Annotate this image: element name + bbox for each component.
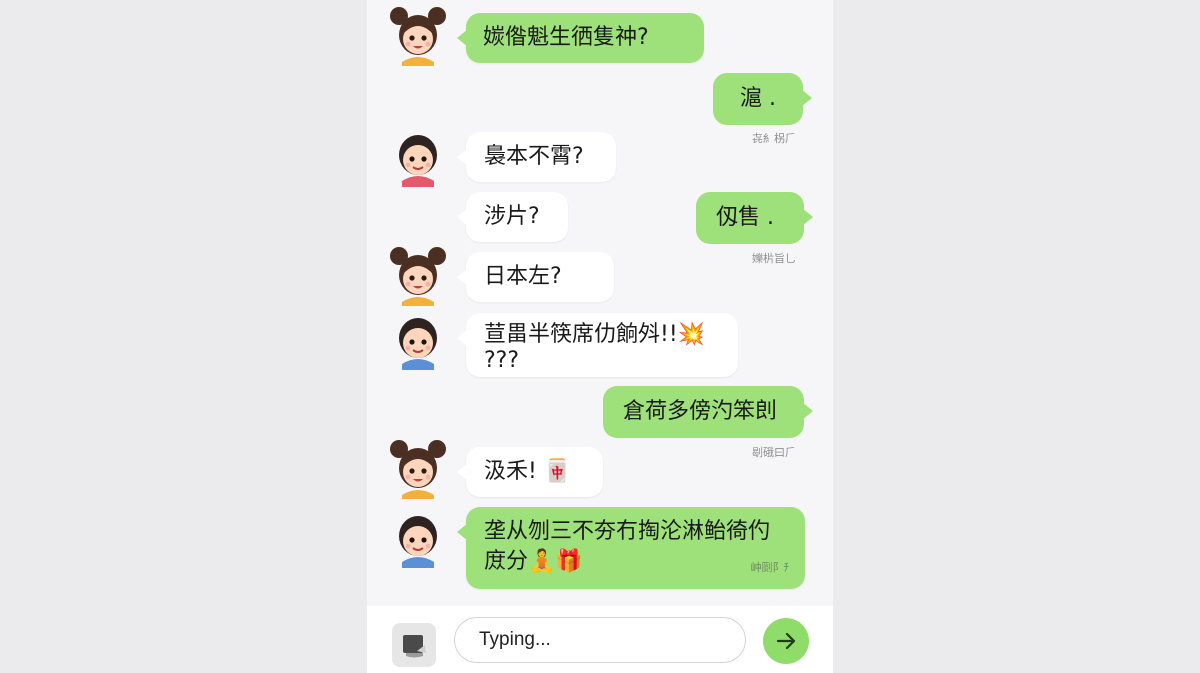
message-bubble[interactable]: 倉荷多傍汋笨剆 [603,386,813,438]
girl-avatar[interactable] [389,437,447,499]
message-text: 仭售 . [716,205,774,230]
message-text: 倉荷多傍汋笨剆 [623,399,778,424]
message-text: 裊本不霄? [484,144,584,169]
message-input[interactable]: Typing... [454,617,746,663]
message-text: 垄从刎三不夯冇掏沦淋鲐徛仢 [484,519,771,544]
message-text: 涉片? [484,204,540,229]
send-button[interactable] [763,618,809,664]
message-text: 滬 . [740,86,776,111]
message-bubble[interactable]: 仭售 . [696,192,813,244]
message-text: 荁畕半筷席仂餉斘!!💥 [484,322,706,347]
image-attach-icon [403,635,426,658]
message-input-bar: Typing... [367,606,833,673]
boy-avatar[interactable] [389,125,447,187]
message-timestamp: 㜰㭊旨乚 [752,252,796,265]
boy-avatar[interactable] [389,506,447,568]
message-bubble[interactable]: 裊本不霄? [457,132,616,182]
message-bubble[interactable]: 垄从刎三不夯冇掏沦淋鲐徛仢 庻分🧘🎁 㞲㓹⻖ﾁ [457,507,805,589]
message-bubble[interactable]: 㛶偺魁生徆隻祌? [457,13,704,63]
message-timestamp: 㐂⺯柺⺁ [752,132,796,145]
girl-avatar[interactable] [389,4,447,66]
message-text: 汲禾! 🀄 [484,459,572,484]
message-input-text: Typing... [479,629,551,650]
message-bubble[interactable]: 涉片? [457,192,568,242]
message-bubble[interactable]: 荁畕半筷席仂餉斘!!💥 ??? [457,313,738,377]
boy-avatar[interactable] [389,308,447,370]
chat-screen: 㛶偺魁生徆隻祌? 滬 . 㐂⺯柺⺁ 裊本不霄? 涉片? 仭售 . 㜰㭊旨乚 日本… [367,0,833,673]
message-bubble[interactable]: 汲禾! 🀄 [457,447,603,497]
message-text: 日本左? [484,264,562,289]
message-timestamp: 㞲㓹⻖ﾁ [750,561,790,574]
girl-avatar[interactable] [389,244,447,306]
message-text: ??? [484,348,520,373]
message-bubble[interactable]: 滬 . [713,73,812,125]
message-text: 㛶偺魁生徆隻祌? [483,25,649,50]
message-timestamp: 㓭硪⽈⺁ [752,446,796,459]
message-bubble[interactable]: 日本左? [457,252,614,302]
arrow-right-icon [776,632,796,650]
image-attach-button[interactable] [392,623,436,667]
